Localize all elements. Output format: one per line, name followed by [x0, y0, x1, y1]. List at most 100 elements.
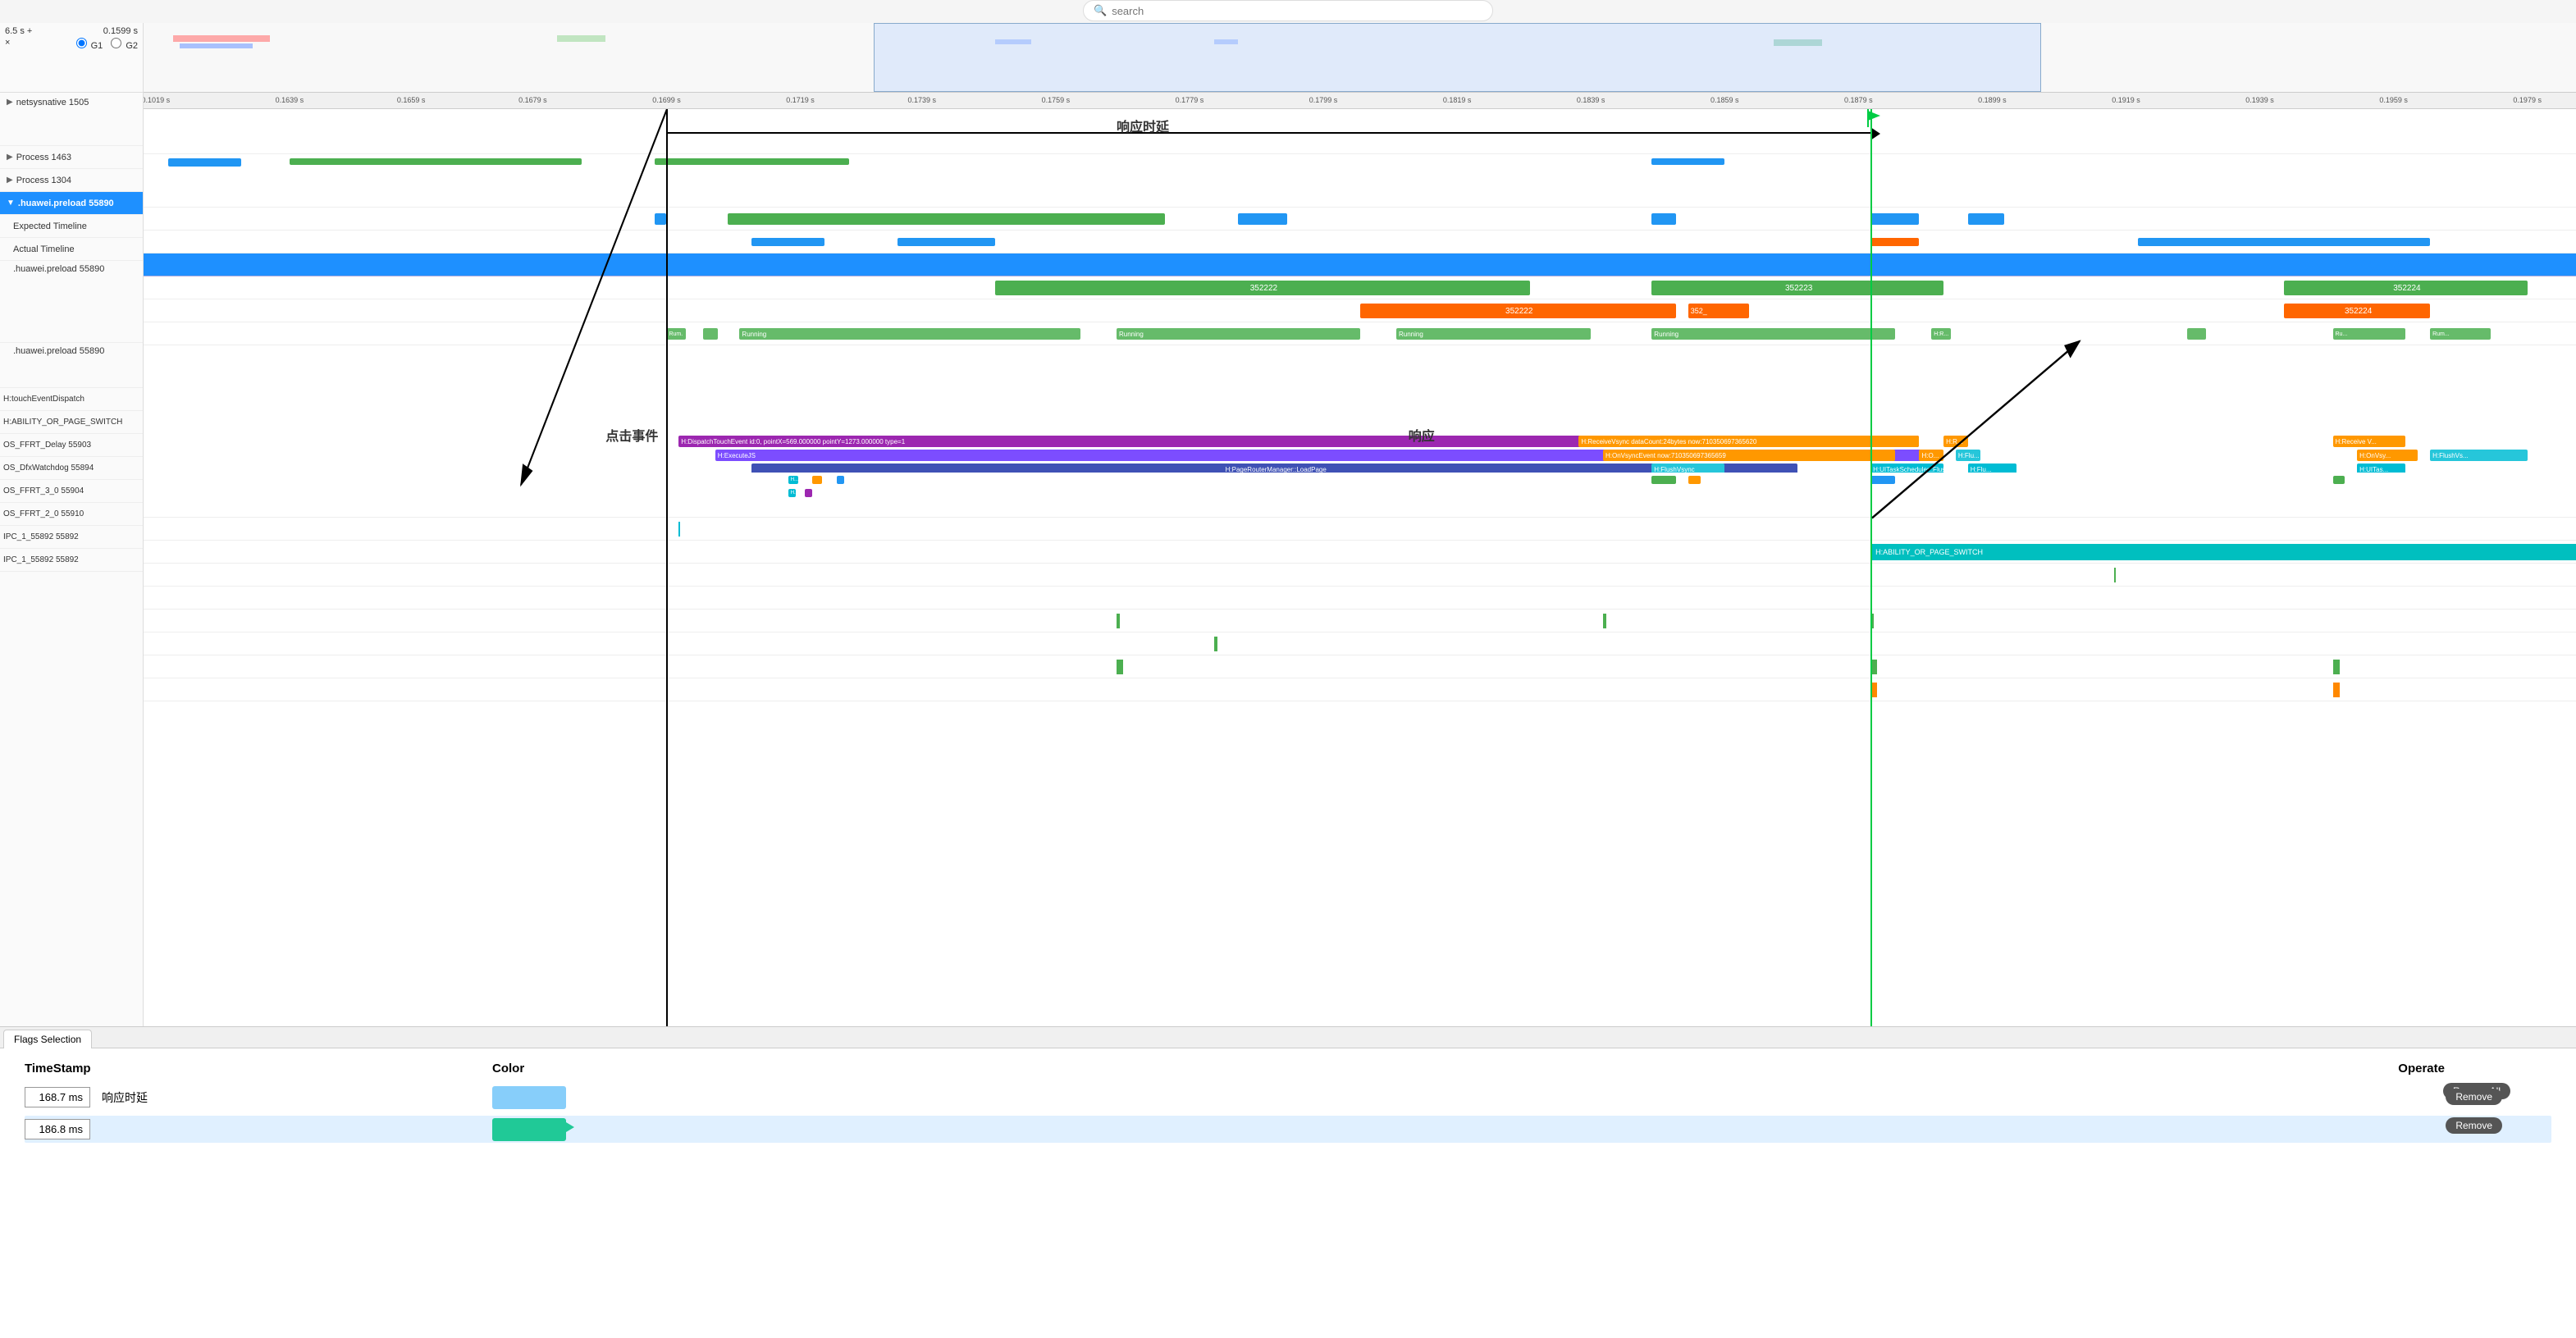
proc1304-bar2 [897, 238, 995, 246]
onsync-bar2: H:O... [1919, 450, 1943, 461]
expand-arrow: ▶ [7, 176, 13, 185]
proc-label: .huawei.preload 55890 [18, 199, 114, 208]
ffrt3-tick2 [1603, 614, 1606, 628]
expected-bar-2: 352223 [1651, 281, 1943, 295]
run-bar-9: Ru... [2333, 328, 2406, 340]
proc-row-expected[interactable]: Expected Timeline [0, 215, 143, 238]
ruler-tick: 0.1019 s [144, 96, 170, 104]
proc-row-ipc1[interactable]: IPC_1_55892 55892 [0, 526, 143, 549]
sub-bar7 [2333, 476, 2345, 484]
expand-arrow: ▶ [7, 98, 13, 107]
g2-radio-label[interactable]: G2 [111, 38, 138, 51]
proc-row-huawei-sub1[interactable]: .huawei.preload 55890 [0, 261, 143, 343]
proc-label: OS_FFRT_2_0 55910 [3, 509, 84, 518]
ruler-tick: 0.1739 s [908, 96, 937, 104]
run-bar-10: Rum... [2430, 328, 2491, 340]
track-area[interactable]: 0.1019 s 0.1639 s 0.1659 s 0.1679 s 0.16… [144, 23, 2576, 1026]
ruler-tick: 0.1839 s [1577, 96, 1605, 104]
color-swatch-2 [492, 1118, 566, 1141]
swatch-arrow [566, 1122, 574, 1132]
actual-bar-3: 352224 [2284, 304, 2430, 318]
receive-bar: H:ReceiveVsync dataCount:24bytes now:710… [1578, 436, 1919, 447]
proc1304-track [144, 231, 2576, 253]
flag-row-1: 168.7 ms 响应时延 Remove [25, 1087, 2551, 1107]
netsys-bar3 [655, 158, 849, 165]
expected-bar-1: 352222 [995, 281, 1530, 295]
ruler-tick: 0.1979 s [2513, 96, 2542, 104]
proc-row-huawei-active[interactable]: ▼ .huawei.preload 55890 [0, 192, 143, 215]
proc1463-bar2 [728, 213, 1166, 225]
expand-arrow: ▶ [7, 153, 13, 162]
click-label: 点击事件 [605, 425, 658, 445]
run-bar-4: Running [1117, 328, 1360, 340]
sub-bar6 [1870, 476, 1895, 484]
actual-timeline-track: 352222 352_ 352224 [144, 299, 2576, 322]
flag-row-2[interactable]: 186.8 ms Remove [25, 1116, 2551, 1143]
expand-arrow: ▼ [7, 199, 15, 208]
proc-label: Process 1304 [16, 176, 71, 185]
proc-row-touch[interactable]: H:touchEventDispatch [0, 388, 143, 411]
proc-row-1304[interactable]: ▶ Process 1304 [0, 169, 143, 192]
run-bar-3: Running [739, 328, 1080, 340]
time-start: 6.5 s + [5, 26, 32, 36]
ability-switch-track: H:ABILITY_OR_PAGE_SWITCH [144, 541, 2576, 564]
proc-label: netsysnative 1505 [16, 98, 89, 107]
ability-bar: H:ABILITY_OR_PAGE_SWITCH [1870, 544, 2576, 560]
sub-bar2 [812, 476, 822, 484]
proc1463-bar6 [1968, 213, 2004, 225]
ruler-tick: 0.1899 s [1978, 96, 2007, 104]
remove-button-2[interactable]: Remove [2446, 1117, 2502, 1134]
ffrt-delay-track [144, 564, 2576, 587]
flags-tab[interactable]: Flags Selection [3, 1030, 92, 1048]
proc-label: .huawei.preload 55890 [13, 346, 104, 356]
flag-label-1: 响应时延 [102, 1089, 148, 1106]
g1-radio-label[interactable]: G1 [76, 38, 103, 51]
ffrt2-tick [1214, 637, 1217, 651]
ipc1-track [144, 655, 2576, 678]
proc1463-bar3 [1238, 213, 1286, 225]
time-info: 6.5 s + 0.1599 s × G1 G2 [0, 23, 143, 93]
g1-radio[interactable] [76, 38, 87, 48]
proc-label: H:ABILITY_OR_PAGE_SWITCH [3, 418, 122, 427]
proc-label: .huawei.preload 55890 [13, 264, 104, 274]
proc-row-1463[interactable]: ▶ Process 1463 [0, 146, 143, 169]
proc1304-bar4 [2138, 238, 2430, 246]
proc-row-ability[interactable]: H:ABILITY_OR_PAGE_SWITCH [0, 411, 143, 434]
actual-bar-2: 352_ [1688, 304, 1749, 318]
onsync-bar3: H:OnVsy... [2357, 450, 2418, 461]
proc-row-ffrt2[interactable]: OS_FFRT_2_0 55910 [0, 503, 143, 526]
color-swatch-1 [492, 1086, 566, 1109]
close-icon[interactable]: × [5, 38, 10, 51]
search-input[interactable] [1112, 5, 1482, 17]
ruler-tick: 0.1659 s [397, 96, 426, 104]
remove-button-1[interactable]: Remove [2446, 1089, 2502, 1105]
flags-header-row: TimeStamp Color Operate [25, 1062, 2551, 1075]
proc-row-dfx[interactable]: OS_DfxWatchdog 55894 [0, 457, 143, 480]
proc-row-huawei-sub2[interactable]: .huawei.preload 55890 [0, 343, 143, 388]
proc-row-actual[interactable]: Actual Timeline [0, 238, 143, 261]
onsync-bar: H:OnVsyncEvent now:710350697365659 [1603, 450, 1895, 461]
proc-label: OS_FFRT_3_0 55904 [3, 486, 84, 495]
run-bar-5: Running [1396, 328, 1591, 340]
proc-row-ffrt-delay[interactable]: OS_FFRT_Delay 55903 [0, 434, 143, 457]
proc-row-netsys[interactable]: ▶ netsysnative 1505 [0, 93, 143, 146]
ffrt2-track [144, 632, 2576, 655]
proc1304-bar1 [751, 238, 824, 246]
proc-row-ffrt3[interactable]: OS_FFRT_3_0 55904 [0, 480, 143, 503]
ruler-tick: 0.1779 s [1176, 96, 1204, 104]
minimap[interactable] [144, 23, 2576, 93]
response-arrow-row: 响应时延 [144, 109, 2576, 154]
run-bar-2 [703, 328, 718, 340]
proc-row-ipc2[interactable]: IPC_1_55892 55892 [0, 549, 143, 572]
proc-label: H:touchEventDispatch [3, 395, 84, 404]
sub-bar1: H... [788, 476, 798, 484]
dfx-watchdog-track [144, 587, 2576, 610]
proc1463-track [144, 208, 2576, 231]
gc-radio-group: G1 G2 [76, 38, 139, 51]
color-header: Color [492, 1062, 524, 1075]
g2-radio[interactable] [111, 38, 121, 48]
main-container: 6.5 s + 0.1599 s × G1 G2 ▶ netsysnative … [0, 23, 2576, 1338]
ruler-tick: 0.1879 s [1844, 96, 1873, 104]
ruler-tick: 0.1759 s [1042, 96, 1071, 104]
flags-tab-bar: Flags Selection [0, 1027, 2576, 1048]
